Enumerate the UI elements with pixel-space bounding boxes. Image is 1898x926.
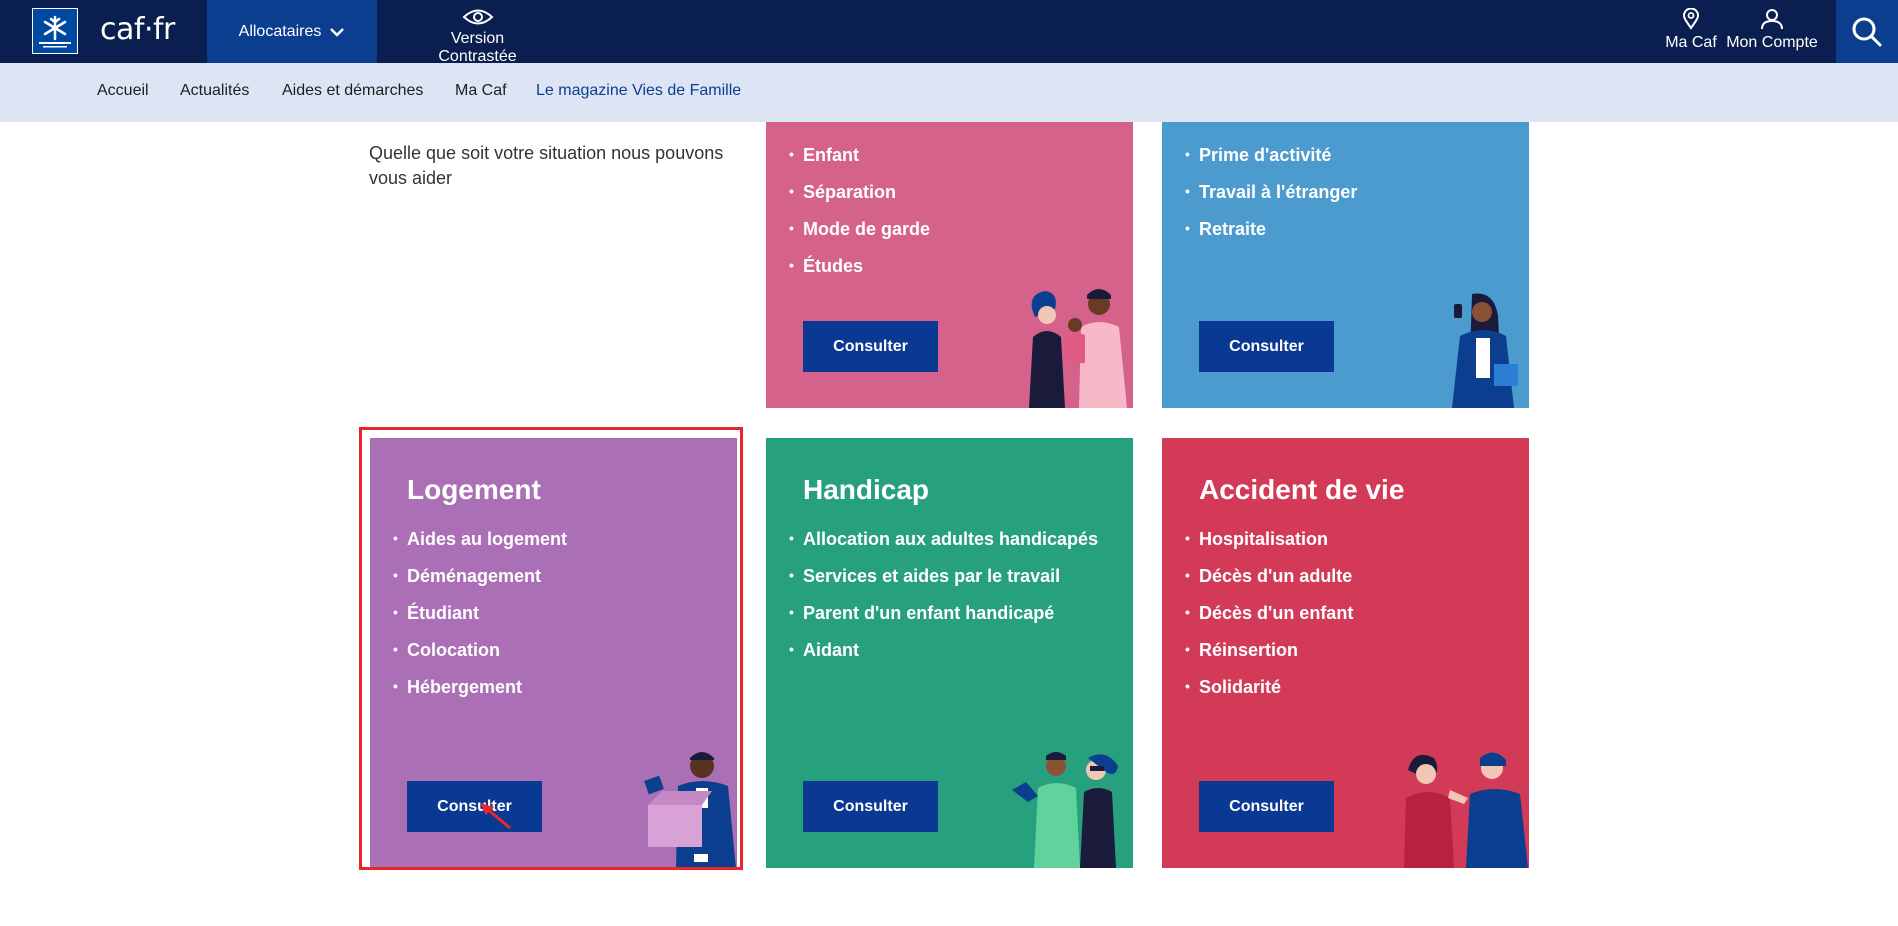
list-item[interactable]: Allocation aux adultes handicapés [789, 527, 1098, 565]
list-item[interactable]: Solidarité [1185, 675, 1353, 713]
list-item[interactable]: Enfant [789, 143, 930, 181]
list-item[interactable]: Séparation [789, 180, 930, 218]
location-pin-icon [1682, 8, 1700, 30]
list-item[interactable]: Travail à l'étranger [1185, 180, 1357, 218]
list-item[interactable]: Décès d'un enfant [1185, 601, 1353, 639]
list-item[interactable]: Aidant [789, 638, 1098, 676]
list-item[interactable]: Services et aides par le travail [789, 564, 1098, 602]
nav-item-ma-caf[interactable]: Ma Caf [455, 82, 507, 100]
allocataires-label: Allocataires [238, 22, 322, 40]
nav-item-aides-demarches[interactable]: Aides et démarches [282, 82, 423, 100]
card-list: Prime d'activité Travail à l'étranger Re… [1185, 143, 1357, 255]
top-header: caf·fr Allocataires Version Contrastée M… [0, 0, 1898, 65]
list-item[interactable]: Prime d'activité [1185, 143, 1357, 181]
allocataires-dropdown[interactable]: Allocataires [207, 0, 377, 63]
contrast-label: Version Contrastée [438, 30, 517, 65]
list-item[interactable]: Retraite [1185, 217, 1357, 255]
caf-logo[interactable] [32, 8, 78, 54]
consult-button[interactable]: Consulter [803, 321, 938, 372]
cursor-arrow-icon [480, 803, 511, 830]
consult-button[interactable]: Consulter [1199, 781, 1334, 832]
nav-item-magazine[interactable]: Le magazine Vies de Famille [536, 82, 741, 100]
list-item[interactable]: Hospitalisation [1185, 527, 1353, 565]
chevron-down-icon [330, 27, 345, 37]
search-icon [1852, 17, 1882, 46]
list-item[interactable]: Mode de garde [789, 217, 930, 255]
highlight-frame [359, 427, 743, 870]
intro-text: Quelle que soit votre situation nous pou… [369, 143, 724, 188]
ma-caf-label: Ma Caf [1665, 34, 1717, 51]
search-button[interactable] [1836, 0, 1898, 63]
user-icon [1761, 9, 1783, 30]
card-famille: Enfant Séparation Mode de garde Études C… [766, 122, 1133, 408]
mon-compte-label: Mon Compte [1726, 34, 1818, 51]
main-nav: Accueil Actualités Aides et démarches Ma… [0, 63, 1898, 122]
list-item[interactable]: Réinsertion [1185, 638, 1353, 676]
card-list: Enfant Séparation Mode de garde Études [789, 143, 930, 292]
nav-item-actualites[interactable]: Actualités [180, 82, 249, 100]
card-handicap: Handicap Allocation aux adultes handicap… [766, 438, 1133, 868]
card-title: Accident de vie [1199, 474, 1405, 505]
eye-icon [462, 9, 493, 25]
ma-caf-button[interactable]: Ma Caf [1664, 6, 1718, 52]
consult-button[interactable]: Consulter [803, 781, 938, 832]
couple-illustration-icon [1404, 752, 1528, 868]
consult-button[interactable]: Consulter [1199, 321, 1334, 372]
card-travail: Prime d'activité Travail à l'étranger Re… [1162, 122, 1529, 408]
nav-item-accueil[interactable]: Accueil [97, 82, 149, 100]
snowflake-logo-icon [39, 15, 71, 48]
site-logo-text[interactable]: caf·fr [100, 12, 175, 47]
card-title: Handicap [803, 474, 930, 505]
mon-compte-button[interactable]: Mon Compte [1726, 6, 1818, 52]
worker-illustration-icon [1452, 293, 1518, 408]
card-list: Hospitalisation Décès d'un adulte Décès … [1185, 527, 1353, 713]
card-list: Allocation aux adultes handicapés Servic… [789, 527, 1098, 676]
family-illustration-icon [1029, 289, 1127, 408]
contrast-version-button[interactable]: Version Contrastée [410, 6, 545, 65]
people-illustration-icon [1012, 752, 1118, 868]
list-item[interactable]: Études [789, 254, 930, 292]
list-item[interactable]: Parent d'un enfant handicapé [789, 601, 1098, 639]
card-accident-de-vie: Accident de vie Hospitalisation Décès d'… [1162, 438, 1529, 868]
list-item[interactable]: Décès d'un adulte [1185, 564, 1353, 602]
